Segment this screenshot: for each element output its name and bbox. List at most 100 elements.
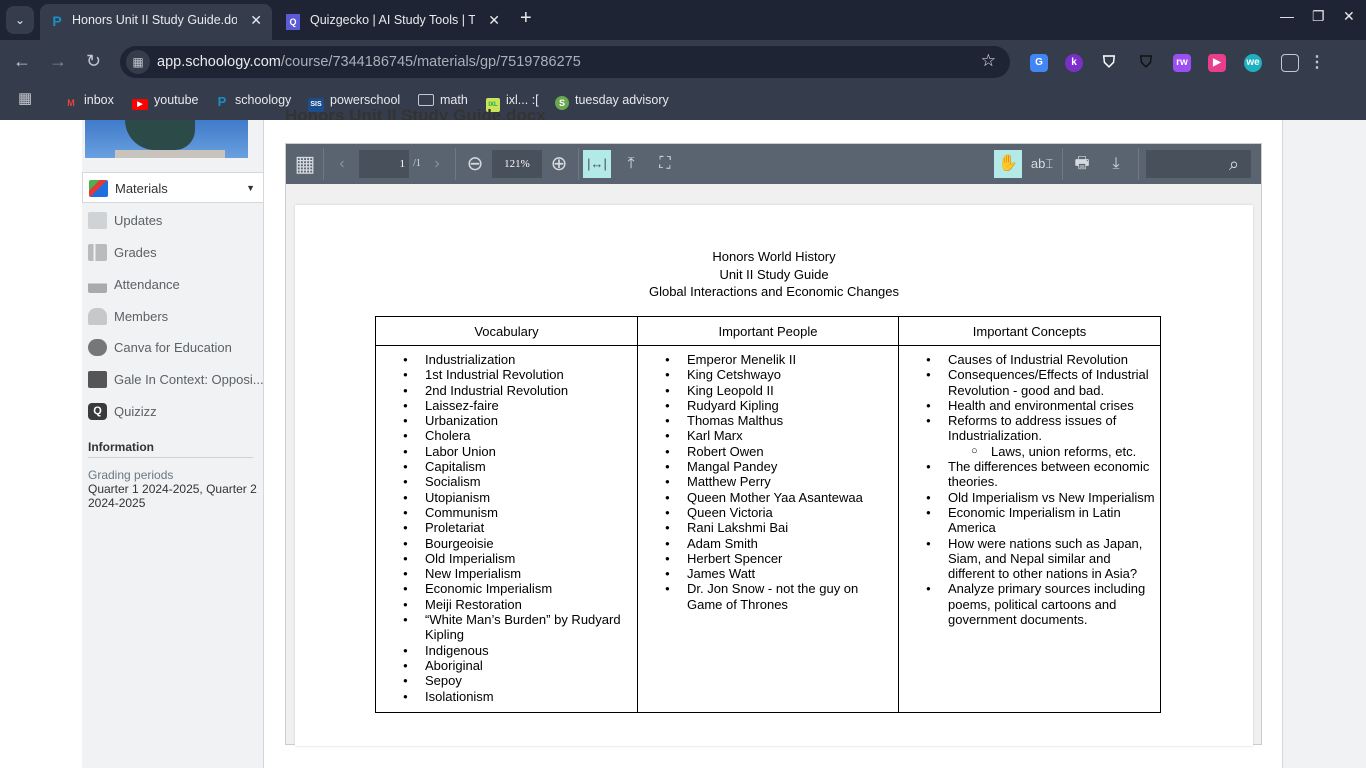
close-tab-icon[interactable]: ✕ — [488, 4, 500, 36]
page-total: /1 — [413, 158, 421, 169]
list-item: Queen Mother Yaa Asantewaa — [638, 490, 894, 506]
list-item: Labor Union — [376, 444, 633, 460]
restore-button[interactable]: ❐ — [1312, 8, 1325, 25]
document-viewer: ▦ ‹ 1 /1 › ⊖ 121% ⊕ |↔| ⤒ ⛶ ✋ ab⌶ 🖶 ⤓ ⌕ … — [285, 143, 1262, 746]
fullscreen-icon[interactable]: ⛶ — [653, 150, 677, 178]
bookmark-star-icon[interactable]: ☆ — [981, 51, 996, 71]
wevideo-icon[interactable]: we — [1244, 54, 1262, 72]
fit-height-icon[interactable]: ⤒ — [619, 150, 643, 178]
previous-page-button[interactable]: ‹ — [334, 150, 350, 178]
materials-icon — [89, 180, 108, 197]
list-item: Consequences/Effects of Industrial Revol… — [899, 367, 1156, 398]
list-item: How were nations such as Japan, Siam, an… — [899, 536, 1156, 582]
extensions-puzzle-icon[interactable] — [1281, 54, 1299, 72]
screencastify-icon[interactable]: ▶ — [1208, 54, 1226, 72]
list-item: Capitalism — [376, 459, 633, 475]
sidebar-item-gale[interactable]: Gale In Context: Opposi... — [82, 364, 264, 395]
zoom-out-icon[interactable]: ⊖ — [464, 150, 486, 178]
list-item: Emperor Menelik II — [638, 352, 894, 368]
sidebar-item-updates[interactable]: Updates — [82, 205, 264, 236]
right-gutter — [1282, 120, 1366, 768]
rw-extension-icon[interactable]: rw — [1173, 54, 1191, 72]
list-item: Laissez-faire — [376, 398, 633, 414]
grading-periods-value: Quarter 1 2024-2025, Quarter 2 2024-2025 — [88, 482, 257, 510]
text-select-icon[interactable]: ab⌶ — [1030, 150, 1054, 178]
gale-icon — [88, 371, 107, 388]
members-icon — [88, 308, 107, 325]
back-button[interactable]: ← — [13, 51, 31, 72]
sidebar-item-members[interactable]: Members — [82, 301, 264, 332]
list-item: Aboriginal — [376, 658, 633, 674]
thumbnails-grid-icon[interactable]: ▦ — [294, 150, 316, 178]
sidebar-item-quizizz[interactable]: Q Quizizz — [82, 396, 264, 427]
updates-icon — [88, 212, 107, 229]
sidebar-item-canva[interactable]: Canva for Education — [82, 332, 264, 363]
close-tab-icon[interactable]: ✕ — [250, 4, 262, 36]
study-guide-table: Vocabulary Important People Important Co… — [375, 316, 1161, 713]
doc-title: Honors World History — [712, 249, 836, 264]
list-item: Sepoy — [376, 673, 633, 689]
menu-dots-icon[interactable]: ⋮ — [1308, 54, 1326, 72]
list-item: Thomas Malthus — [638, 413, 894, 429]
kami-icon[interactable]: k — [1065, 54, 1083, 72]
fit-width-icon[interactable]: |↔| — [583, 150, 611, 178]
list-item: Old Imperialism vs New Imperialism — [899, 490, 1156, 506]
sidebar-item-grades[interactable]: Grades — [82, 237, 264, 268]
print-icon[interactable]: 🖶 — [1070, 150, 1094, 178]
address-bar[interactable]: ▦ app.schoology.com/course/7344186745/ma… — [120, 46, 1010, 78]
zoom-in-icon[interactable]: ⊕ — [548, 150, 570, 178]
google-translate-icon[interactable]: G — [1030, 54, 1048, 72]
bookmark-schoology[interactable]: Pschoology — [215, 92, 292, 109]
shield-dark-icon[interactable]: ⛉ — [1137, 54, 1155, 72]
schoology-icon: P — [52, 13, 62, 29]
list-item: Industrialization — [376, 352, 633, 368]
attendance-icon — [88, 276, 107, 293]
bookmark-youtube[interactable]: ▶ youtube — [132, 92, 198, 110]
bookmark-inbox[interactable]: Minbox — [64, 92, 114, 108]
course-image — [85, 120, 248, 158]
list-item: Bourgeoisie — [376, 536, 633, 552]
vocabulary-list: Industrialization1st Industrial Revoluti… — [376, 352, 633, 704]
concepts-list: Causes of Industrial RevolutionConsequen… — [899, 352, 1156, 627]
page-number-input[interactable]: 1 — [359, 150, 409, 178]
next-page-button[interactable]: › — [429, 150, 445, 178]
doc-subtitle: Unit II Study Guide — [719, 266, 829, 282]
list-item: Dr. Jon Snow - not the guy on Game of Th… — [638, 581, 894, 612]
list-item: 1st Industrial Revolution — [376, 367, 633, 383]
download-icon[interactable]: ⤓ — [1104, 150, 1128, 178]
list-item: 2nd Industrial Revolution — [376, 383, 633, 399]
header-concepts: Important Concepts — [898, 316, 1161, 346]
shield-icon[interactable]: ⛉ — [1100, 54, 1118, 72]
list-item: Karl Marx — [638, 428, 894, 444]
forward-button[interactable]: → — [49, 51, 67, 72]
divider — [88, 457, 253, 458]
apps-grid-icon[interactable]: ▦ — [18, 91, 32, 107]
close-window-button[interactable]: ✕ — [1343, 8, 1355, 25]
site-info-icon[interactable]: ▦ — [126, 50, 150, 74]
sidebar-item-materials[interactable]: Materials ▼ — [82, 172, 264, 203]
list-item: Analyze primary sources including poems,… — [899, 581, 1156, 627]
chevron-down-icon[interactable]: ▼ — [246, 173, 255, 204]
list-item: Rudyard Kipling — [638, 398, 894, 414]
youtube-icon: ▶ — [132, 99, 148, 110]
hand-tool-icon[interactable]: ✋ — [994, 150, 1022, 178]
list-item: Urbanization — [376, 413, 633, 429]
list-item: Laws, union reforms, etc. — [899, 444, 1156, 460]
schoology-icon: P — [217, 94, 227, 109]
search-icon[interactable]: ⌕ — [1222, 150, 1246, 178]
list-item: Utopianism — [376, 490, 633, 506]
document-page: Honors World History Unit II Study Guide… — [295, 205, 1253, 746]
new-tab-button[interactable]: + — [520, 7, 532, 30]
minimize-button[interactable]: — — [1280, 8, 1294, 24]
tab-search-button[interactable]: ⌄ — [6, 6, 34, 34]
folder-icon — [418, 94, 434, 106]
tab-quizgecko[interactable]: Q Quizgecko | AI Study Tools | Test ✕ — [278, 4, 510, 40]
course-sidebar: Materials ▼ Updates Grades Attendance Me… — [82, 120, 264, 768]
reload-button[interactable]: ↻ — [86, 51, 101, 72]
zoom-level-input[interactable]: 121% — [492, 150, 542, 178]
bookmark-tuesday-advisory[interactable]: Stuesday advisory — [555, 92, 669, 110]
list-item: King Leopold II — [638, 383, 894, 399]
list-item: Herbert Spencer — [638, 551, 894, 567]
tab-study-guide[interactable]: P Honors Unit II Study Guide.docx ✕ — [40, 4, 272, 40]
sidebar-item-attendance[interactable]: Attendance — [82, 269, 264, 300]
